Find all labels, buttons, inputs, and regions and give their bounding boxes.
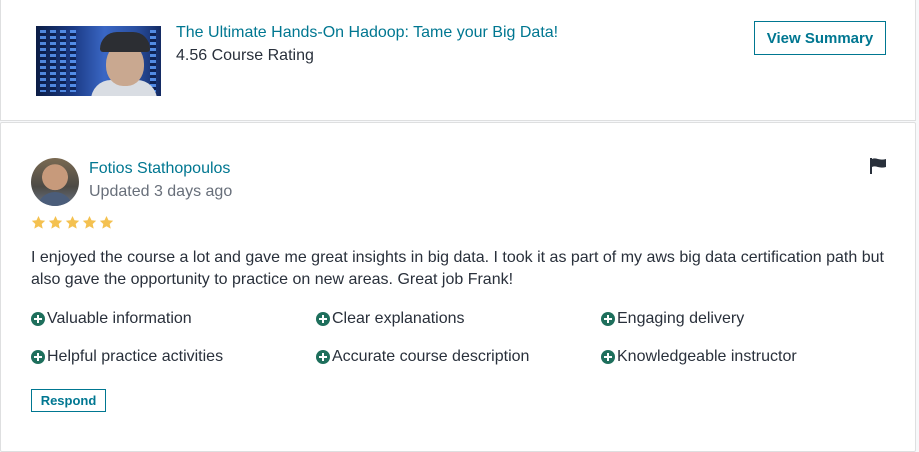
review-text: I enjoyed the course a lot and gave me g… — [31, 249, 884, 288]
review-card: Fotios Stathopoulos Updated 3 days ago I… — [0, 122, 916, 452]
star-icon — [48, 215, 63, 229]
reviewer-name[interactable]: Fotios Stathopoulos — [89, 160, 230, 178]
respond-button[interactable]: Respond — [31, 389, 106, 412]
star-icon — [65, 215, 80, 229]
review-tag-label: Valuable information — [47, 310, 192, 327]
course-rating: 4.56 Course Rating — [176, 47, 314, 64]
review-tag: Clear explanations — [316, 310, 465, 328]
avatar — [31, 158, 79, 206]
plus-circle-icon — [31, 350, 45, 364]
review-tag-label: Engaging delivery — [617, 310, 745, 327]
review-tag-label: Helpful practice activities — [47, 348, 224, 365]
review-tag: Helpful practice activities — [31, 348, 223, 366]
flag-icon[interactable] — [868, 157, 888, 175]
review-tag: Valuable information — [31, 310, 192, 328]
course-thumbnail[interactable] — [36, 26, 161, 96]
view-summary-button[interactable]: View Summary — [754, 21, 886, 55]
plus-circle-icon — [316, 312, 330, 326]
review-tag-label: Clear explanations — [332, 310, 465, 327]
review-tag: Knowledgeable instructor — [601, 348, 797, 366]
plus-circle-icon — [601, 312, 615, 326]
review-tag-label: Accurate course description — [332, 348, 530, 365]
star-rating — [31, 215, 114, 230]
plus-circle-icon — [31, 312, 45, 326]
star-icon — [99, 215, 114, 229]
course-title-link[interactable]: The Ultimate Hands-On Hadoop: Tame your … — [176, 24, 558, 42]
star-icon — [31, 215, 46, 229]
review-timestamp: Updated 3 days ago — [89, 183, 233, 200]
review-tag: Accurate course description — [316, 348, 529, 366]
course-summary-card: The Ultimate Hands-On Hadoop: Tame your … — [0, 0, 916, 121]
plus-circle-icon — [601, 350, 615, 364]
review-tag: Engaging delivery — [601, 310, 744, 328]
plus-circle-icon — [316, 350, 330, 364]
star-icon — [82, 215, 97, 229]
review-tag-label: Knowledgeable instructor — [617, 348, 797, 365]
